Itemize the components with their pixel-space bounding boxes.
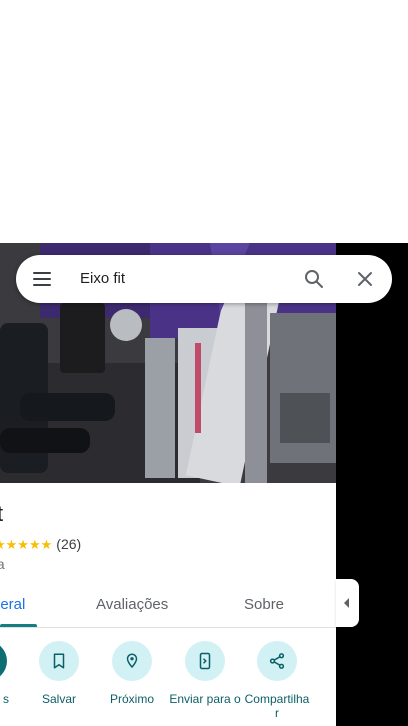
search-bar[interactable]: Eixo fit (16, 255, 392, 303)
rating-stars: ★★★★★ (0, 537, 53, 552)
send-to-phone-label: Enviar para o (169, 692, 241, 706)
action-buttons: s Salvar Próximo Enviar para o Compartil… (0, 641, 336, 726)
save-button[interactable]: Salvar (23, 641, 95, 726)
nearby-label: Próximo (109, 692, 154, 706)
rating-row[interactable]: ★★★★★(26) (0, 536, 81, 554)
share-label: Compartilha r (244, 692, 310, 720)
menu-icon[interactable] (30, 267, 54, 291)
directions-icon (0, 641, 7, 681)
send-to-phone-button[interactable]: Enviar para o (169, 641, 241, 726)
tab-overview[interactable]: geral (0, 596, 25, 613)
collapse-panel-button[interactable] (336, 579, 359, 627)
send-to-phone-icon (185, 641, 225, 681)
nearby-icon (112, 641, 152, 681)
tab-bar: geral Avaliações Sobre (0, 583, 336, 628)
search-icon[interactable] (302, 267, 326, 291)
blank-map-area (0, 0, 408, 243)
review-count[interactable]: (26) (56, 536, 81, 552)
directions-label: s (3, 692, 9, 706)
save-label: Salvar (41, 692, 76, 706)
place-panel: fit ★★★★★(26) nia geral Avaliações Sobre… (0, 243, 336, 726)
place-category[interactable]: nia (0, 556, 5, 572)
tab-about[interactable]: Sobre (244, 596, 284, 613)
search-query[interactable]: Eixo fit (80, 269, 125, 289)
share-icon (257, 641, 297, 681)
directions-button[interactable]: s (0, 641, 23, 726)
map-area[interactable] (336, 243, 408, 726)
place-title: fit (0, 501, 4, 526)
share-button[interactable]: Compartilha r (241, 641, 313, 726)
bookmark-icon (39, 641, 79, 681)
close-icon[interactable] (353, 267, 377, 291)
tab-reviews[interactable]: Avaliações (96, 596, 168, 613)
active-tab-indicator (0, 624, 37, 627)
nearby-button[interactable]: Próximo (96, 641, 168, 726)
caret-left-icon (344, 598, 349, 608)
